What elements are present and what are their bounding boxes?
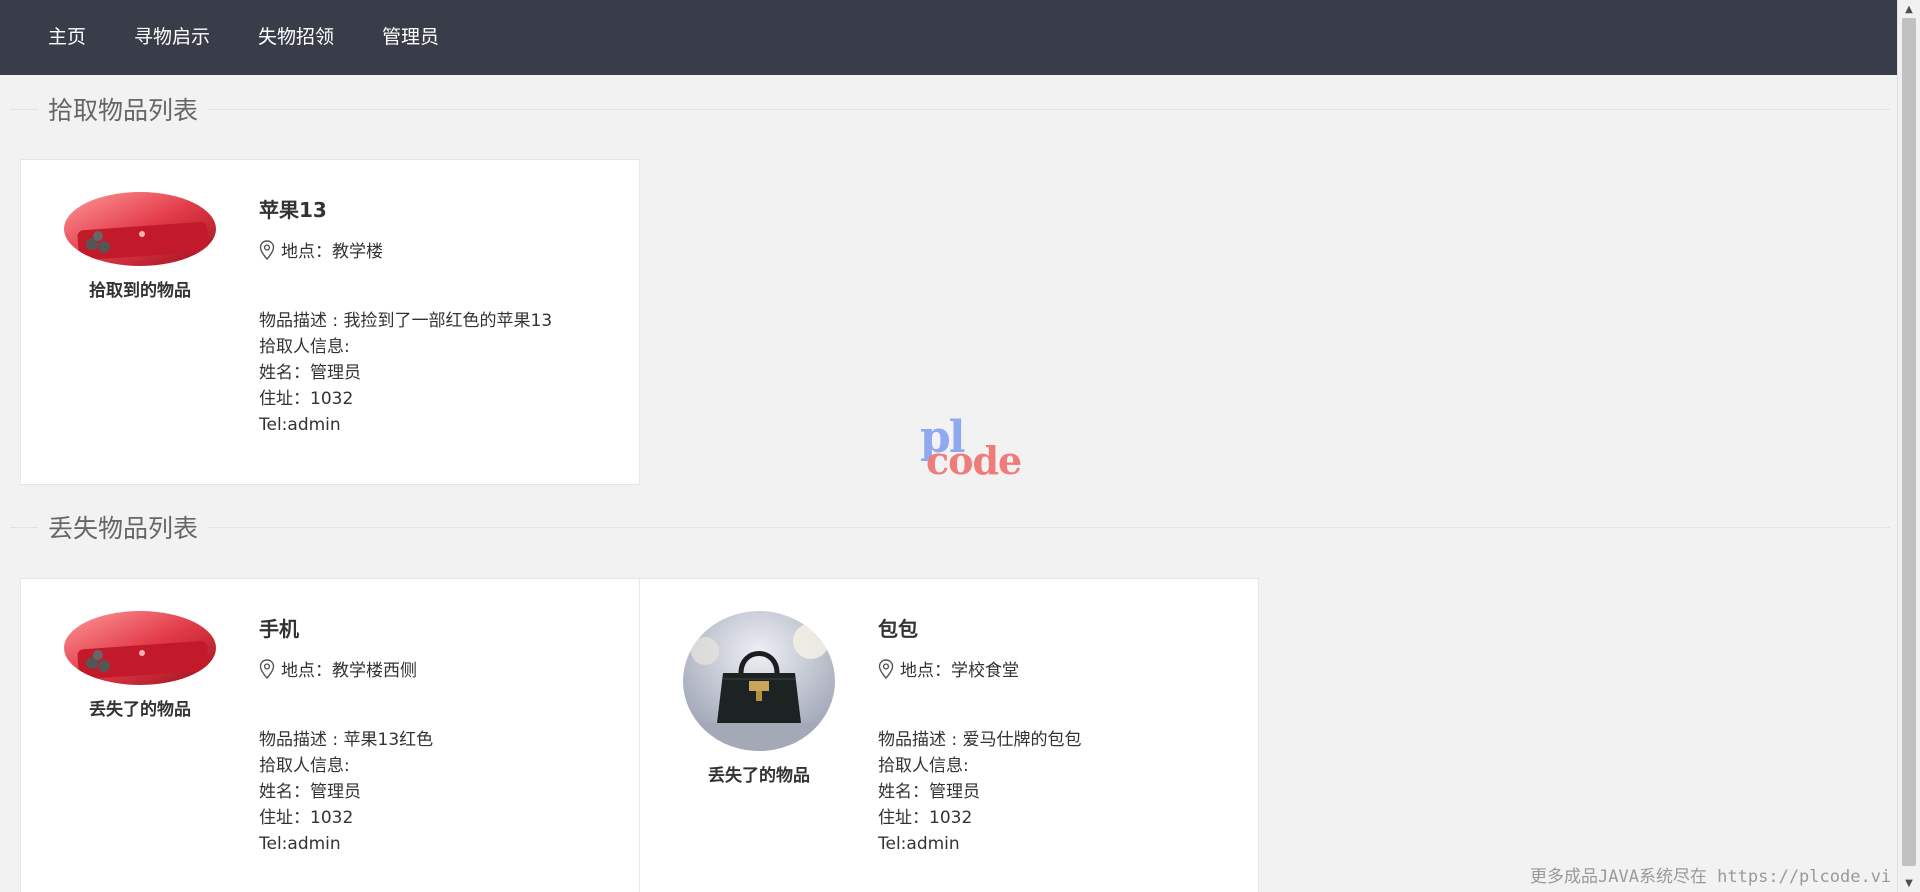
- finder-info-label: 拾取人信息:: [878, 756, 969, 776]
- finder-tel: Tel:admin: [259, 415, 341, 435]
- section-title-lost: 丢失物品列表: [10, 512, 1890, 543]
- section-divider: [208, 108, 1890, 110]
- nav-item-admin[interactable]: 管理员: [358, 0, 463, 75]
- item-info: 苹果13 地点： 教学楼 物品描述 : 我捡到了一部红色的苹果13 拾取人信息: …: [259, 194, 619, 438]
- location-label: 地点：: [281, 661, 332, 681]
- item-thumbnail-group: 丢失了的物品: [683, 611, 835, 786]
- location-value: 教学楼: [332, 242, 383, 262]
- section-title-text: 拾取物品列表: [48, 96, 199, 125]
- page: 主页 寻物启示 失物招领 管理员 拾取物品列表 拾取到的物品 苹果13 地点： …: [0, 0, 1920, 892]
- finder-address: 住址：1032: [259, 808, 354, 828]
- finder-info-label: 拾取人信息:: [259, 756, 350, 776]
- watermark-logo-bottom: code: [926, 438, 1022, 483]
- item-location: 地点： 学校食堂: [878, 656, 1238, 681]
- item-location: 地点： 教学楼西侧: [259, 656, 619, 681]
- item-image[interactable]: [683, 611, 835, 751]
- section-title-found: 拾取物品列表: [10, 94, 1890, 125]
- footer-watermark: 更多成品JAVA系统尽在 https://plcode.vi: [1530, 867, 1892, 887]
- item-info: 包包 地点： 学校食堂 物品描述 : 爱马仕牌的包包 拾取人信息: 姓名：管理员 …: [878, 613, 1238, 857]
- watermark-logo: pl code: [920, 412, 1022, 483]
- location-label: 地点：: [281, 242, 332, 262]
- top-nav: 主页 寻物启示 失物招领 管理员: [0, 0, 1898, 75]
- phone-image: [64, 611, 216, 685]
- item-title[interactable]: 包包: [878, 613, 1238, 642]
- item-description: 物品描述 : 苹果13红色: [259, 730, 434, 750]
- item-description: 物品描述 : 爱马仕牌的包包: [878, 730, 1082, 750]
- section-divider: [10, 108, 38, 110]
- nav-item-home[interactable]: 主页: [24, 0, 110, 75]
- section-divider: [10, 526, 38, 528]
- finder-info-label: 拾取人信息:: [259, 337, 350, 357]
- location-value: 学校食堂: [951, 661, 1019, 681]
- nav-item-lost-notice[interactable]: 寻物启示: [110, 0, 234, 75]
- item-description: 物品描述 : 我捡到了一部红色的苹果13: [259, 311, 553, 331]
- finder-name: 姓名：管理员: [259, 363, 361, 383]
- item-image[interactable]: [64, 611, 216, 685]
- location-label: 地点：: [900, 661, 951, 681]
- finder-name: 姓名：管理员: [259, 782, 361, 802]
- bag-image: [683, 611, 835, 751]
- item-title[interactable]: 手机: [259, 613, 619, 642]
- item-card-phone[interactable]: 丢失了的物品 手机 地点： 教学楼西侧 物品描述 : 苹果13红色 拾取人信息: …: [20, 578, 640, 892]
- item-thumbnail-group: 丢失了的物品: [64, 611, 216, 720]
- nav-item-found-claim[interactable]: 失物招领: [234, 0, 358, 75]
- finder-address: 住址：1032: [259, 389, 354, 409]
- finder-tel: Tel:admin: [878, 834, 960, 854]
- item-image[interactable]: [64, 192, 216, 266]
- item-title[interactable]: 苹果13: [259, 194, 619, 223]
- map-pin-icon: [259, 658, 275, 679]
- vertical-scrollbar[interactable]: ▲ ▼: [1897, 0, 1920, 892]
- scrollbar-thumb[interactable]: [1902, 18, 1916, 866]
- map-pin-icon: [878, 658, 894, 679]
- section-title-text: 丢失物品列表: [48, 514, 199, 543]
- location-value: 教学楼西侧: [332, 661, 417, 681]
- item-image-label: 丢失了的物品: [89, 700, 191, 720]
- item-card-iphone13[interactable]: 拾取到的物品 苹果13 地点： 教学楼 物品描述 : 我捡到了一部红色的苹果13 …: [20, 159, 640, 485]
- item-info: 手机 地点： 教学楼西侧 物品描述 : 苹果13红色 拾取人信息: 姓名：管理员 …: [259, 613, 619, 857]
- finder-address: 住址：1032: [878, 808, 973, 828]
- item-card-bag[interactable]: 丢失了的物品 包包 地点： 学校食堂 物品描述 : 爱马仕牌的包包 拾取人信息: …: [639, 578, 1259, 892]
- item-location: 地点： 教学楼: [259, 237, 619, 262]
- phone-image: [64, 192, 216, 266]
- item-image-label: 拾取到的物品: [89, 281, 191, 301]
- finder-name: 姓名：管理员: [878, 782, 980, 802]
- scroll-up-arrow-icon[interactable]: ▲: [1898, 0, 1920, 18]
- item-thumbnail-group: 拾取到的物品: [64, 192, 216, 301]
- scroll-down-arrow-icon[interactable]: ▼: [1898, 874, 1920, 892]
- section-divider: [208, 526, 1890, 528]
- finder-tel: Tel:admin: [259, 834, 341, 854]
- item-image-label: 丢失了的物品: [708, 766, 810, 786]
- map-pin-icon: [259, 239, 275, 260]
